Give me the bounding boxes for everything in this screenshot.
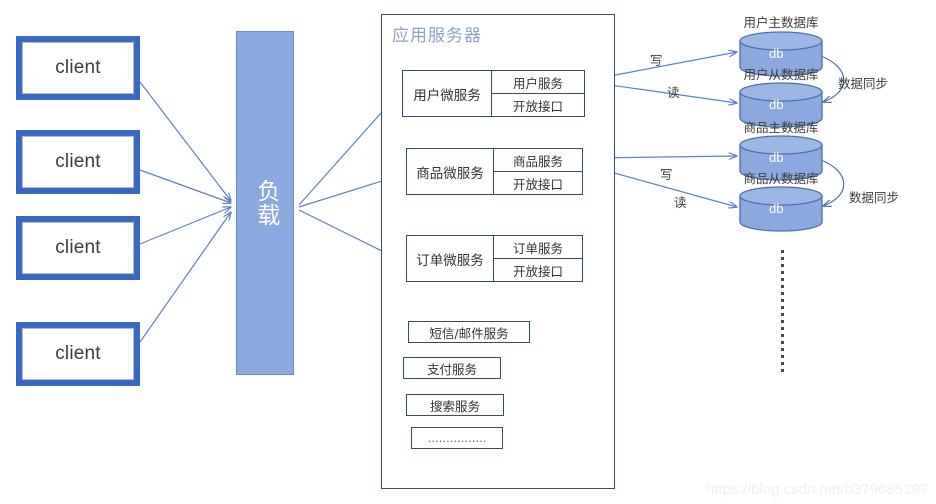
microservice-user-name: 用户微服务 [402,70,492,117]
client-label-3: client [22,222,134,274]
client-label-2: client [22,136,134,188]
microservice-order-subs: 订单服务 开放接口 [493,235,583,282]
arrow-client2-lb [139,169,231,203]
db-node-text-user-slave: db [769,97,784,112]
microservice-user-subs: 用户服务 开放接口 [491,70,585,117]
microservice-user-sub-1[interactable]: 开放接口 [491,93,585,117]
db-label-user-master: 用户主数据库 [743,15,819,30]
app-server-title: 应用服务器 [392,26,482,46]
service-box-more[interactable]: ……………. [411,427,503,449]
client-to-loadbalancer-arrows [139,81,231,343]
db-node-text-goods-master: db [769,150,784,165]
edge-label-goods-read: 读 [674,195,687,210]
microservice-goods-sub-0[interactable]: 商品服务 [493,148,583,172]
microservice-order[interactable]: 订单微服务 订单服务 开放接口 [406,235,583,282]
microservice-goods[interactable]: 商品微服务 商品服务 开放接口 [406,148,583,195]
db-node-text-user-master: db [769,46,784,61]
sync-label-user: 数据同步 [838,76,889,91]
microservice-order-sub-1[interactable]: 开放接口 [493,258,583,282]
service-box-sms-email[interactable]: 短信/邮件服务 [408,321,530,343]
arrow-client4-lb [139,212,231,343]
arrow-client1-lb [139,81,231,201]
microservice-order-sub-0[interactable]: 订单服务 [493,235,583,259]
diagram-canvas: client client client client 负载 应用服务器 用户微… [0,0,936,504]
microservice-goods-sub-1[interactable]: 开放接口 [493,171,583,195]
client-label-1: client [22,42,134,94]
edge-label-user-read: 读 [667,85,680,100]
client-box-1[interactable]: client [16,36,140,100]
service-box-search[interactable]: 搜索服务 [406,394,504,416]
microservice-user[interactable]: 用户微服务 用户服务 开放接口 [402,70,585,117]
client-box-3[interactable]: client [16,216,140,280]
client-label-4: client [22,328,134,380]
microservice-goods-subs: 商品服务 开放接口 [493,148,583,195]
service-box-payment[interactable]: 支付服务 [403,357,501,379]
sync-label-goods: 数据同步 [849,190,900,205]
client-box-2[interactable]: client [16,130,140,194]
load-balancer-box[interactable]: 负载 [236,31,294,375]
db-label-goods-master: 商品主数据库 [743,120,819,135]
microservice-order-name: 订单微服务 [406,235,494,282]
arrow-client3-lb [139,207,231,245]
microservice-user-sub-0[interactable]: 用户服务 [491,70,585,94]
client-box-4[interactable]: client [16,322,140,386]
db-label-user-slave: 用户从数据库 [743,67,819,82]
edge-label-goods-write: 写 [660,167,673,182]
edge-label-user-write: 写 [650,53,663,68]
vertical-ellipsis-dots [781,250,784,372]
load-balancer-label: 负载 [252,179,279,227]
microservice-goods-name: 商品微服务 [406,148,494,195]
db-label-goods-slave: 商品从数据库 [743,171,819,186]
watermark-text: https://blog.csdn.net/b379685397 [706,481,928,498]
db-node-text-goods-slave: db [769,201,784,216]
